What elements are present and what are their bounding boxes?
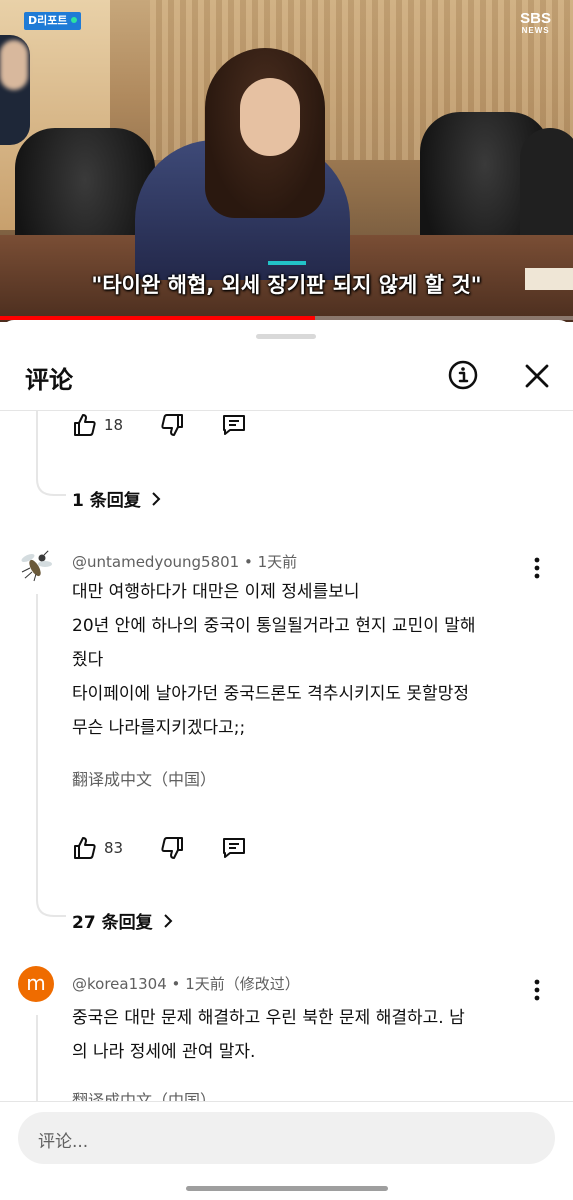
- comment-time: 1天前: [257, 553, 298, 571]
- comment-actions: 83: [72, 834, 283, 862]
- thumbs-down-icon: [161, 414, 184, 436]
- thread-line: [36, 411, 38, 473]
- dislike-button[interactable]: [159, 835, 185, 861]
- comment-icon: [223, 415, 246, 435]
- video-caption: "타이완 해협, 외세 장기판 되지 않게 할 것": [91, 273, 482, 297]
- thumbs-up-icon: [74, 414, 96, 436]
- video-player[interactable]: D리포트 SBS NEWS "타이완 해협, 외세 장기판 되지 않게 할 것": [0, 0, 573, 322]
- reply-button[interactable]: [221, 412, 247, 438]
- thread-line: [36, 1015, 38, 1101]
- meta-separator: •: [244, 553, 253, 571]
- thread-line: [36, 594, 38, 894]
- translate-link[interactable]: 翻译成中文（中国）: [72, 766, 216, 790]
- comment-line: 의 나라 정세에 관여 말자.: [72, 1042, 256, 1062]
- thread-curve: [36, 892, 66, 917]
- sheet-drag-handle[interactable]: [256, 334, 316, 339]
- comment-line: 중국은 대만 문제 해결하고 우린 북한 문제 해결하고. 남: [72, 1008, 465, 1028]
- more-vert-icon: [534, 979, 540, 1001]
- dislike-button[interactable]: [159, 412, 185, 438]
- like-button[interactable]: 83: [72, 835, 123, 861]
- video-left-face: [0, 40, 28, 90]
- translate-link[interactable]: 翻译成中文（中国）: [72, 1087, 216, 1101]
- view-replies-button[interactable]: 1 条回复: [72, 486, 163, 511]
- comment-body: 대만 여행하다가 대만은 이제 정세를보니 20년 안에 하나의 중국이 통일될…: [72, 575, 532, 745]
- thumbs-down-icon: [161, 837, 184, 859]
- comment-line: 타이페이에 날아가던 중국드론도 격추시키지도 못할망정: [72, 684, 469, 704]
- info-button[interactable]: [448, 360, 478, 390]
- close-icon: [525, 364, 549, 388]
- comments-title: 评论: [25, 366, 73, 394]
- comment-input-placeholder: 评论...: [38, 1132, 89, 1152]
- comments-sheet: 评论 18 1 条回复 @untamedyoung5801 • 1天前 대만 여…: [0, 320, 573, 1200]
- comment-meta: @korea1304 • 1天前（修改过）: [72, 973, 300, 994]
- comment-line: 대만 여행하다가 대만은 이제 정세를보니: [72, 582, 360, 602]
- meta-separator: •: [171, 975, 181, 993]
- comment-more-button[interactable]: [527, 977, 547, 1003]
- like-count: 83: [104, 839, 124, 857]
- comment-meta: @untamedyoung5801 • 1天前: [72, 551, 297, 572]
- reply-button[interactable]: [221, 835, 247, 861]
- comment-line: 무슨 나라를지키겠다고;;: [72, 718, 246, 738]
- info-icon: [448, 360, 478, 390]
- d-report-badge: D리포트: [24, 12, 81, 30]
- comment-icon: [223, 838, 246, 858]
- comment-body: 중국은 대만 문제 해결하고 우린 북한 문제 해결하고. 남 의 나라 정세에…: [72, 1001, 532, 1069]
- comment-line: 줬다: [72, 650, 104, 670]
- caption-accent-bar: [268, 261, 306, 265]
- comment-author[interactable]: @untamedyoung5801: [72, 553, 239, 571]
- thumbs-up-icon: [74, 837, 96, 859]
- chevron-right-icon: [163, 913, 172, 928]
- view-replies-button[interactable]: 27 条回复: [72, 908, 175, 933]
- home-indicator[interactable]: [186, 1186, 388, 1191]
- comment-time: 1天前（修改过）: [185, 975, 300, 993]
- comment-input[interactable]: 评论...: [18, 1112, 555, 1164]
- sbs-news-logo: SBS NEWS: [520, 10, 551, 35]
- comments-list[interactable]: 18 1 条回复 @untamedyoung5801 • 1天前 대만 여행하다…: [0, 411, 573, 1101]
- avatar[interactable]: [18, 546, 54, 582]
- mosquito-avatar-icon: [18, 546, 54, 582]
- comment-actions: 18: [72, 411, 283, 439]
- close-button[interactable]: [521, 360, 553, 392]
- like-count: 18: [104, 416, 124, 434]
- like-button[interactable]: 18: [72, 412, 123, 438]
- avatar[interactable]: m: [18, 966, 54, 1002]
- thread-curve: [36, 471, 66, 496]
- video-speaker-face: [240, 78, 300, 156]
- comment-line: 20년 안에 하나의 중국이 통일될거라고 현지 교민이 말해: [72, 616, 476, 636]
- chevron-right-icon: [152, 491, 161, 506]
- composer-divider: [0, 1101, 573, 1102]
- comment-author[interactable]: @korea1304: [72, 975, 167, 993]
